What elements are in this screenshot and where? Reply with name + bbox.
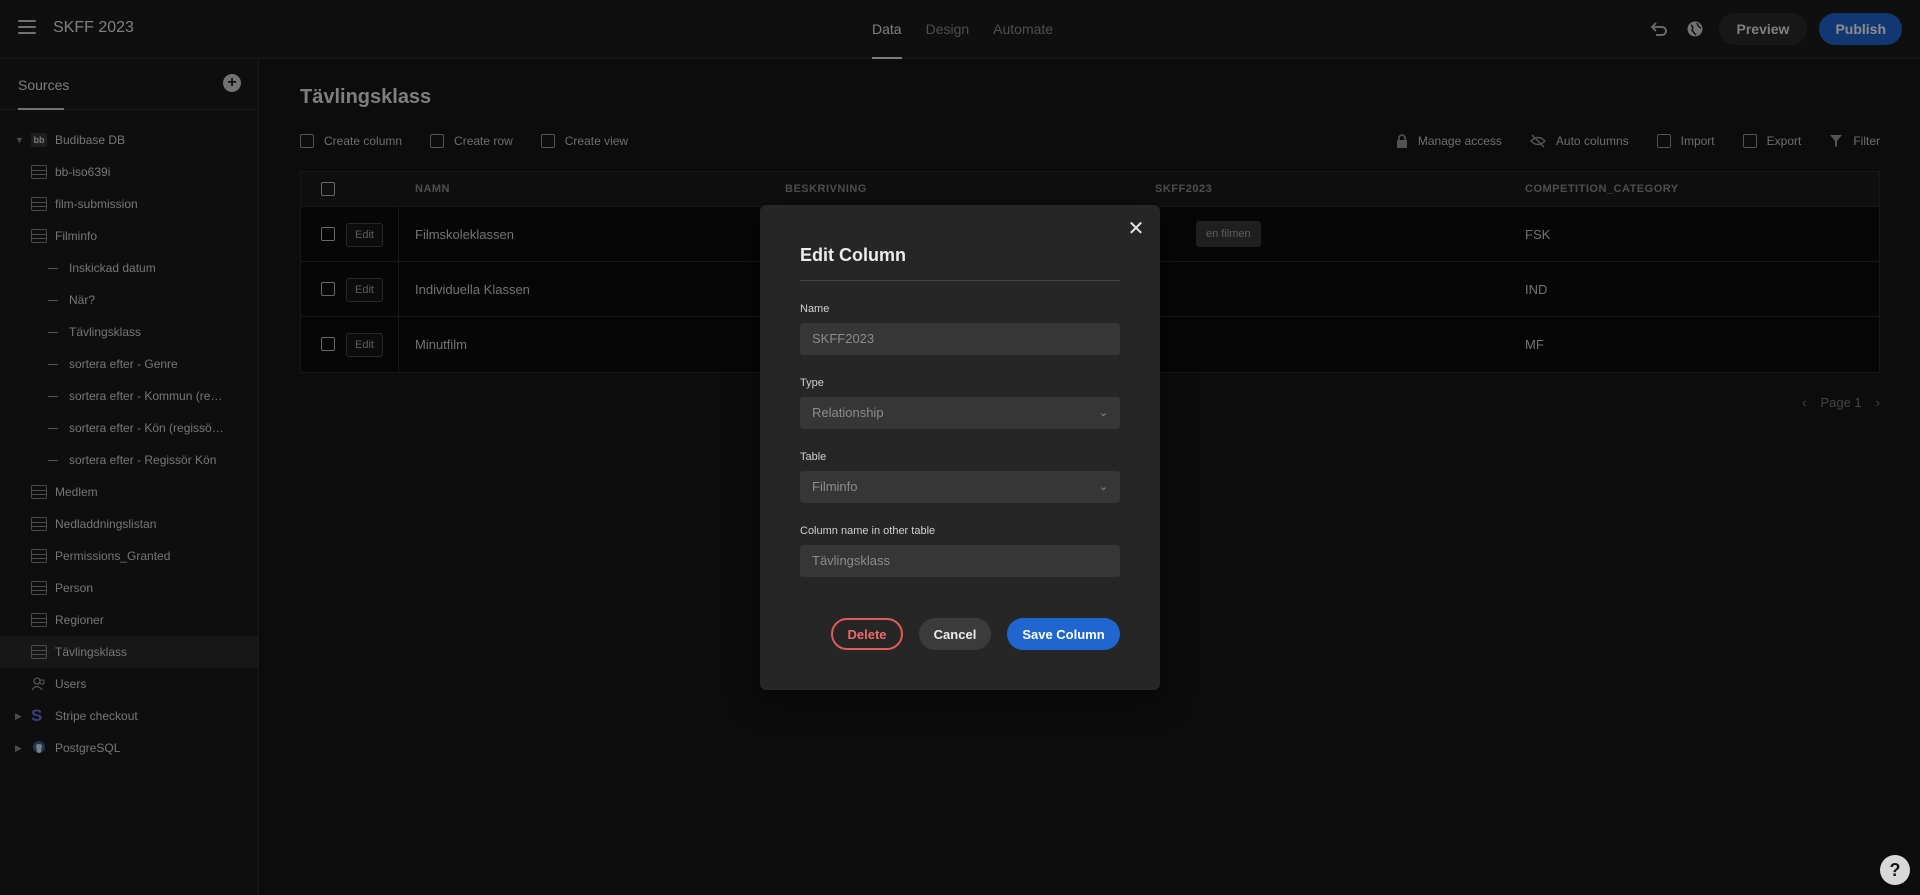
table-label: Table (800, 451, 827, 463)
name-field[interactable]: SKFF2023 (800, 323, 1120, 355)
table-select[interactable]: Filminfo ⌄ (800, 471, 1120, 503)
edit-column-modal: ✕ Edit Column Name SKFF2023 Type Relatio… (760, 205, 1160, 690)
table-value: Filminfo (812, 479, 858, 494)
close-icon[interactable]: ✕ (1126, 219, 1146, 239)
save-column-button[interactable]: Save Column (1007, 618, 1120, 650)
help-icon[interactable]: ? (1880, 855, 1910, 885)
chevron-down-icon: ⌄ (1098, 407, 1108, 419)
cancel-button[interactable]: Cancel (919, 618, 991, 650)
type-label: Type (800, 377, 824, 389)
modal-title: Edit Column (800, 245, 906, 265)
type-select[interactable]: Relationship ⌄ (800, 397, 1120, 429)
name-label: Name (800, 303, 830, 315)
delete-button[interactable]: Delete (831, 618, 903, 650)
modal-divider (800, 280, 1120, 281)
chevron-down-icon: ⌄ (1098, 481, 1108, 493)
other-column-field[interactable]: Tävlingsklass (800, 545, 1120, 577)
other-column-label: Column name in other table (800, 525, 936, 537)
type-value: Relationship (812, 405, 884, 420)
